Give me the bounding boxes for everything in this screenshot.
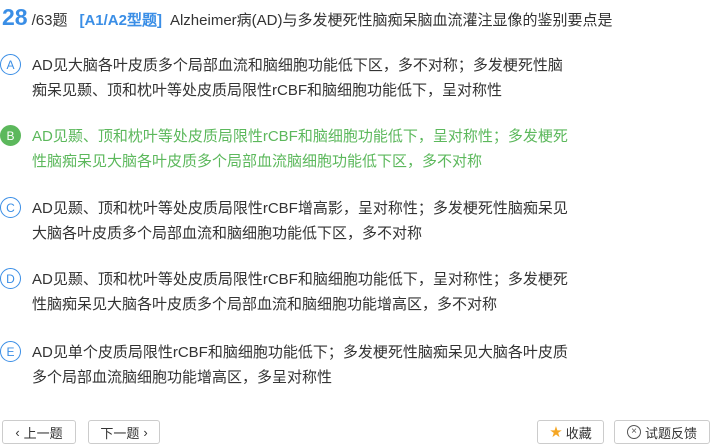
option-text-a: AD见大脑各叶皮质多个局部血流和脑细胞功能低下区，多不对称；多发梗死性脑 痴呆见… [32, 53, 612, 103]
option-a-line1: AD见大脑各叶皮质多个局部血流和脑细胞功能低下区，多不对称；多发梗死性脑 [32, 57, 563, 74]
next-question-button[interactable]: 下一题 › [88, 420, 160, 444]
prev-question-label: 上一题 [23, 425, 63, 441]
option-text-b: AD见颞、顶和枕叶等处皮质局限性rCBF和脑细胞功能低下，呈对称性；多发梗死 性… [32, 124, 612, 174]
option-text-c: AD见颞、顶和枕叶等处皮质局限性rCBF增高影，呈对称性；多发梗死性脑痴呆见 大… [32, 196, 612, 246]
chevron-right-icon: › [143, 424, 148, 440]
question-type: [A1/A2型题] [79, 12, 162, 29]
option-b-line2: 性脑痴呆见大脑各叶皮质多个局部血流脑细胞功能低下区，多不对称 [32, 153, 483, 170]
option-text-d: AD见颞、顶和枕叶等处皮质局限性rCBF和脑细胞功能低下，呈对称性；多发梗死 性… [32, 267, 612, 317]
option-c-line1: AD见颞、顶和枕叶等处皮质局限性rCBF增高影，呈对称性；多发梗死性脑痴呆见 [32, 200, 568, 217]
option-letter-a: A [0, 54, 21, 75]
prev-question-button[interactable]: ‹ 上一题 [2, 420, 76, 444]
option-b[interactable]: B AD见颞、顶和枕叶等处皮质局限性rCBF和脑细胞功能低下，呈对称性；多发梗死… [0, 124, 640, 174]
option-b-line1: AD见颞、顶和枕叶等处皮质局限性rCBF和脑细胞功能低下，呈对称性；多发梗死 [32, 128, 568, 145]
option-d-line2: 性脑痴呆见大脑各叶皮质多个局部血流和脑细胞功能增高区，多不对称 [32, 296, 498, 313]
question-header: 28 /63题 [A1/A2型题] Alzheimer病(AD)与多发梗死性脑痴… [2, 4, 613, 34]
option-letter-b: B [0, 125, 21, 146]
option-e-line2: 多个局部血流脑细胞功能增高区，多呈对称性 [32, 369, 333, 386]
next-question-label: 下一题 [100, 425, 140, 441]
option-text-e: AD见单个皮质局限性rCBF和脑细胞功能低下；多发梗死性脑痴呆见大脑各叶皮质 多… [32, 340, 612, 390]
favorite-button[interactable]: ★ 收藏 [537, 420, 604, 444]
option-e[interactable]: E AD见单个皮质局限性rCBF和脑细胞功能低下；多发梗死性脑痴呆见大脑各叶皮质… [0, 340, 640, 390]
option-c[interactable]: C AD见颞、顶和枕叶等处皮质局限性rCBF增高影，呈对称性；多发梗死性脑痴呆见… [0, 196, 640, 246]
feedback-label: 试题反馈 [644, 425, 697, 441]
close-circle-icon: × [626, 425, 641, 439]
chevron-left-icon: ‹ [15, 424, 20, 440]
option-letter-e: E [0, 341, 21, 362]
option-letter-d: D [0, 268, 21, 289]
option-a-line2: 痴呆见颞、顶和枕叶等处皮质局限性rCBF和脑细胞功能低下，呈对称性 [32, 82, 502, 99]
question-number: 28 [2, 4, 28, 30]
question-stem: Alzheimer病(AD)与多发梗死性脑痴呆脑血流灌注显像的鉴别要点是 [169, 12, 613, 29]
feedback-button[interactable]: × 试题反馈 [614, 420, 710, 444]
option-d[interactable]: D AD见颞、顶和枕叶等处皮质局限性rCBF和脑细胞功能低下，呈对称性；多发梗死… [0, 267, 640, 317]
option-letter-c: C [0, 197, 21, 218]
option-d-line1: AD见颞、顶和枕叶等处皮质局限性rCBF和脑细胞功能低下，呈对称性；多发梗死 [32, 271, 568, 288]
question-total: /63题 [31, 12, 68, 29]
option-a[interactable]: A AD见大脑各叶皮质多个局部血流和脑细胞功能低下区，多不对称；多发梗死性脑 痴… [0, 53, 640, 103]
option-e-line1: AD见单个皮质局限性rCBF和脑细胞功能低下；多发梗死性脑痴呆见大脑各叶皮质 [32, 344, 568, 361]
star-icon: ★ [549, 424, 563, 441]
favorite-label: 收藏 [565, 425, 592, 441]
option-c-line2: 大脑各叶皮质多个局部血流和脑细胞功能低下区，多不对称 [32, 225, 423, 242]
